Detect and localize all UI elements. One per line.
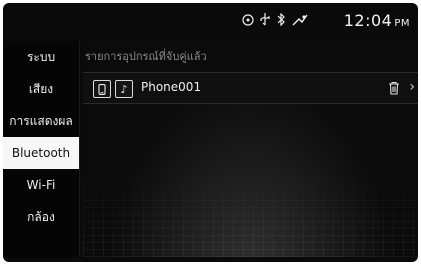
sidebar-item-bluetooth[interactable]: Bluetooth (3, 137, 79, 169)
disc-icon (242, 13, 254, 26)
trash-icon[interactable] (388, 80, 400, 99)
bluetooth-icon (276, 13, 286, 26)
usb-icon (260, 13, 270, 26)
section-title: รายการอุปกรณ์ที่จับคู่แล้ว (85, 50, 207, 63)
sidebar-item-label: Bluetooth (11, 146, 71, 160)
device-row[interactable]: ♪ Phone001 › (83, 72, 418, 104)
sidebar-item-label: เสียง (28, 81, 54, 96)
sidebar-item-label: ระบบ (26, 49, 56, 64)
sidebar: ระบบ เสียง การแสดงผล Bluetooth Wi-Fi กล้… (3, 41, 79, 257)
phone-icon (93, 80, 111, 98)
clock: 12:04 PM (344, 11, 410, 30)
sidebar-item-system[interactable]: ระบบ (3, 41, 79, 73)
sidebar-item-sound[interactable]: เสียง (3, 73, 79, 105)
sidebar-item-label: กล้อง (27, 209, 55, 224)
main-panel: รายการอุปกรณ์ที่จับคู่แล้ว ♪ Phone001 › (83, 41, 418, 257)
sidebar-item-label: Wi-Fi (26, 178, 56, 192)
sidebar-item-display[interactable]: การแสดงผล (3, 105, 79, 137)
background-grid (83, 167, 418, 257)
clock-time: 12:04 (343, 11, 393, 30)
chevron-right-icon[interactable]: › (409, 79, 415, 95)
sidebar-item-wifi[interactable]: Wi-Fi (3, 169, 79, 201)
sidebar-item-camera[interactable]: กล้อง (3, 201, 79, 233)
device-name: Phone001 (141, 80, 202, 94)
sidebar-divider (79, 41, 80, 257)
screen: 12:04 PM ระบบ เสียง การแสดงผล Bluetooth W… (3, 3, 418, 262)
clock-ampm: PM (394, 18, 410, 29)
gps-icon (292, 13, 308, 26)
sidebar-item-label: การแสดงผล (9, 113, 73, 128)
status-icons (242, 13, 308, 26)
status-bar: 12:04 PM (3, 3, 418, 37)
music-icon: ♪ (115, 80, 133, 98)
